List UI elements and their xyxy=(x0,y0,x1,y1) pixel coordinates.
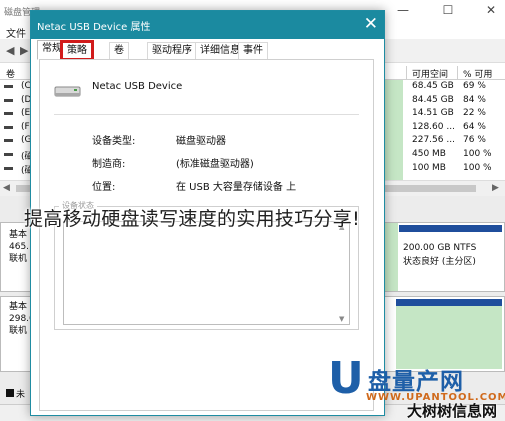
volume-percent-free: 100 % xyxy=(463,148,492,159)
usb-drive-icon xyxy=(54,86,81,97)
maximize-icon[interactable]: ☐ xyxy=(437,3,459,17)
volume-icon xyxy=(4,125,13,129)
green-column-fill xyxy=(384,80,403,180)
partition-header-bar xyxy=(396,299,502,306)
watermark-text: 盘量产网 xyxy=(368,369,464,395)
volume-icon xyxy=(4,112,13,116)
dialog-title: Netac USB Device 属性 xyxy=(37,22,151,33)
volume-free-space: 450 MB xyxy=(412,148,446,159)
device-name: Netac USB Device xyxy=(92,81,183,92)
volume-icon xyxy=(4,98,13,102)
partition-size: 200.00 GB NTFS xyxy=(403,243,477,253)
column-divider xyxy=(406,66,407,80)
volume-column-header[interactable]: 卷 xyxy=(6,67,15,80)
green-fill xyxy=(384,223,398,291)
unallocated-legend-swatch xyxy=(6,389,14,397)
location-value: 在 USB 大容量存储设备 上 xyxy=(176,182,297,193)
tab-strip: 常规 策略 卷 驱动程序 详细信息 事件 xyxy=(31,39,384,61)
general-tab-panel: Netac USB Device 设备类型: 磁盘驱动器 制造商: (标准磁盘驱… xyxy=(39,59,374,411)
volume-percent-free: 69 % xyxy=(463,81,486,91)
scroll-left-icon[interactable]: ◀ xyxy=(3,183,10,193)
volume-icon xyxy=(4,85,13,88)
volume-free-space: 84.45 GB xyxy=(412,94,454,105)
volume-icon xyxy=(4,152,13,156)
volume-free-space: 68.45 GB xyxy=(412,81,454,91)
menu-file[interactable]: 文件 xyxy=(6,25,26,40)
unallocated-legend-label: 未 xyxy=(16,390,26,400)
status-scrollbar[interactable]: ▲ ▼ xyxy=(337,222,349,324)
scroll-right-icon[interactable]: ▶ xyxy=(492,183,499,193)
disk-status: 联机 xyxy=(9,254,28,264)
device-type-label: 设备类型: xyxy=(92,136,136,147)
volume-free-space: 128.60 ... xyxy=(412,121,455,132)
tab-volumes[interactable]: 卷 xyxy=(109,42,129,59)
volume-percent-free: 76 % xyxy=(463,135,486,146)
volume-free-space: 227.56 ... xyxy=(412,135,455,146)
close-icon[interactable]: ✕ xyxy=(480,3,502,17)
volume-percent-free: 64 % xyxy=(463,121,486,132)
partition-block[interactable]: 200.00 GB NTFS 状态良好 (主分区) xyxy=(399,225,502,289)
column-divider xyxy=(457,66,458,80)
device-type-value: 磁盘驱动器 xyxy=(176,136,226,147)
tab-events[interactable]: 事件 xyxy=(238,42,268,59)
watermark-site: 大树树信息网 xyxy=(407,402,498,420)
dialog-titlebar[interactable]: Netac USB Device 属性 ✕ xyxy=(31,11,384,39)
volume-name: (F xyxy=(21,121,30,132)
volume-icon xyxy=(4,139,13,143)
disk-1-label: 基本 465. 联机 xyxy=(9,229,29,265)
forward-arrow-icon[interactable]: ▶ xyxy=(20,44,28,57)
location-label: 位置: xyxy=(92,182,116,193)
free-space-column-header[interactable]: 可用空间 xyxy=(412,67,448,80)
volume-percent-free: 100 % xyxy=(463,162,492,173)
manufacturer-value: (标准磁盘驱动器) xyxy=(176,159,254,170)
back-arrow-icon[interactable]: ◀ xyxy=(6,44,14,57)
article-caption: 提高移动硬盘读写速度的实用技巧分享! xyxy=(24,208,361,230)
volume-free-space: 100 MB xyxy=(412,162,446,173)
partition-status: 状态良好 (主分区) xyxy=(403,257,476,267)
device-status-textbox[interactable]: ▲ ▼ xyxy=(63,221,350,325)
volume-name: (E xyxy=(21,108,31,119)
volume-percent-free: 84 % xyxy=(463,94,486,105)
volume-percent-free: 22 % xyxy=(463,108,486,119)
scroll-down-icon[interactable]: ▼ xyxy=(339,315,344,323)
minimize-icon[interactable]: — xyxy=(392,3,414,17)
volume-icon xyxy=(4,166,13,170)
disk-size: 465. xyxy=(9,242,30,252)
manufacturer-label: 制造商: xyxy=(92,159,126,170)
percent-free-column-header[interactable]: % 可用 xyxy=(463,67,492,80)
volume-free-space: 14.51 GB xyxy=(412,108,454,119)
partition-header-bar xyxy=(399,225,502,232)
divider xyxy=(54,114,359,115)
watermark-letter: U xyxy=(328,353,364,404)
tab-driver[interactable]: 驱动程序 xyxy=(147,42,197,59)
tab-policies[interactable]: 策略 xyxy=(60,40,94,61)
dialog-close-icon[interactable]: ✕ xyxy=(364,14,378,34)
